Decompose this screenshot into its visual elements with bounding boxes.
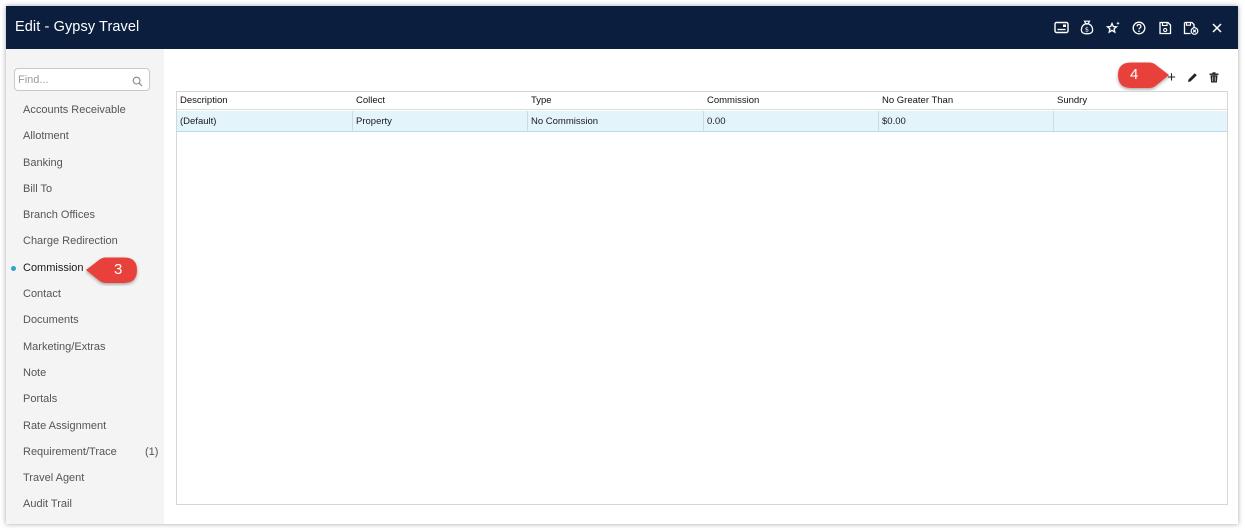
sidebar-nav: Accounts Receivable Allotment Banking Bi… (6, 97, 164, 518)
sidebar-item-audit-trail[interactable]: Audit Trail (6, 491, 164, 517)
cell-collect: Property (353, 111, 528, 131)
delete-trash-icon[interactable] (1203, 69, 1224, 85)
star-sparkle-icon[interactable] (1102, 17, 1124, 39)
sidebar-item-bill-to[interactable]: Bill To (6, 176, 164, 202)
sidebar-item-label: Note (23, 366, 47, 379)
save-icon[interactable] (1154, 17, 1176, 39)
column-header-description[interactable]: Description (177, 92, 353, 109)
sidebar-item-label: Travel Agent (23, 472, 85, 485)
sidebar-item-note[interactable]: Note (6, 360, 164, 386)
sidebar-item-rate-assignment[interactable]: Rate Assignment (6, 413, 164, 439)
sidebar-item-label: Audit Trail (23, 498, 72, 511)
callout-3-number: 3 (114, 261, 123, 278)
sidebar-item-label: Marketing/Extras (23, 340, 106, 353)
sidebar-item-label: Requirement/Trace (23, 445, 117, 458)
sidebar-item-charge-redirection[interactable]: Charge Redirection (6, 228, 164, 254)
cell-description: (Default) (177, 111, 353, 131)
grid-actions: + (1161, 69, 1224, 86)
sidebar-item-label: Branch Offices (23, 209, 95, 222)
sidebar-item-requirement-trace[interactable]: Requirement/Trace (1) (6, 439, 164, 465)
svg-text:$: $ (1085, 26, 1089, 34)
column-header-type[interactable]: Type (528, 92, 704, 109)
cell-commission: 0.00 (704, 111, 879, 131)
sidebar-item-label: Charge Redirection (23, 235, 118, 248)
cell-type: No Commission (528, 111, 704, 131)
sidebar-item-label: Accounts Receivable (23, 104, 126, 116)
find-box[interactable] (14, 68, 150, 91)
sidebar-item-label: Commission (23, 261, 84, 274)
sidebar-item-label: Documents (23, 314, 79, 327)
window-title: Edit - Gypsy Travel (15, 19, 140, 35)
active-indicator-dot (11, 265, 16, 271)
sidebar-item-branch-offices[interactable]: Branch Offices (6, 202, 164, 228)
sidebar-item-banking[interactable]: Banking (6, 150, 164, 176)
sidebar-item-label: Contact (23, 288, 61, 301)
sidebar-item-label: Portals (23, 393, 58, 406)
callout-4: 4 (1115, 61, 1170, 91)
callout-3: 3 (85, 256, 140, 286)
edit-pencil-icon[interactable] (1182, 69, 1203, 85)
sidebar-item-allotment[interactable]: Allotment (6, 123, 164, 149)
help-icon[interactable] (1128, 17, 1150, 39)
sidebar-item-accounts-receivable[interactable]: Accounts Receivable (6, 97, 164, 123)
callout-3-shape (86, 257, 137, 283)
sidebar-item-label: Banking (23, 156, 63, 169)
save-close-icon[interactable] (1180, 17, 1202, 39)
sidebar-item-marketing-extras[interactable]: Marketing/Extras (6, 334, 164, 360)
grid-header: Description Collect Type Commission No G… (177, 92, 1227, 110)
search-icon[interactable] (132, 74, 143, 92)
requirement-count-badge: (1) (145, 445, 159, 458)
sidebar-item-travel-agent[interactable]: Travel Agent (6, 465, 164, 491)
sidebar-item-documents[interactable]: Documents (6, 307, 164, 333)
title-bar-actions: $ (1046, 6, 1228, 49)
commission-grid: Description Collect Type Commission No G… (176, 91, 1228, 505)
callout-4-shape (1118, 62, 1169, 88)
edit-window: Edit - Gypsy Travel $ Find... Accounts R… (6, 6, 1238, 524)
main-content: + Description Collect Type Commission No… (164, 49, 1238, 524)
money-bag-icon[interactable]: $ (1076, 17, 1098, 39)
sidebar-item-label: Rate Assignment (23, 419, 107, 432)
column-header-sundry[interactable]: Sundry (1054, 92, 1229, 109)
card-icon[interactable] (1050, 17, 1072, 39)
title-bar: Edit - Gypsy Travel $ (6, 6, 1238, 49)
cell-no-greater-than: $0.00 (879, 111, 1054, 131)
close-icon[interactable] (1206, 17, 1228, 39)
table-row[interactable]: (Default) Property No Commission 0.00 $0… (177, 111, 1227, 132)
sidebar-item-portals[interactable]: Portals (6, 386, 164, 412)
callout-4-number: 4 (1130, 66, 1139, 83)
sidebar-item-label: Allotment (23, 130, 69, 143)
cell-sundry (1054, 111, 1229, 131)
column-header-collect[interactable]: Collect (353, 92, 528, 109)
sidebar: Accounts Receivable Allotment Banking Bi… (6, 49, 164, 524)
column-header-commission[interactable]: Commission (704, 92, 879, 109)
sidebar-item-label: Bill To (23, 182, 53, 195)
find-input[interactable] (18, 71, 128, 88)
column-header-no-greater-than[interactable]: No Greater Than (879, 92, 1054, 109)
